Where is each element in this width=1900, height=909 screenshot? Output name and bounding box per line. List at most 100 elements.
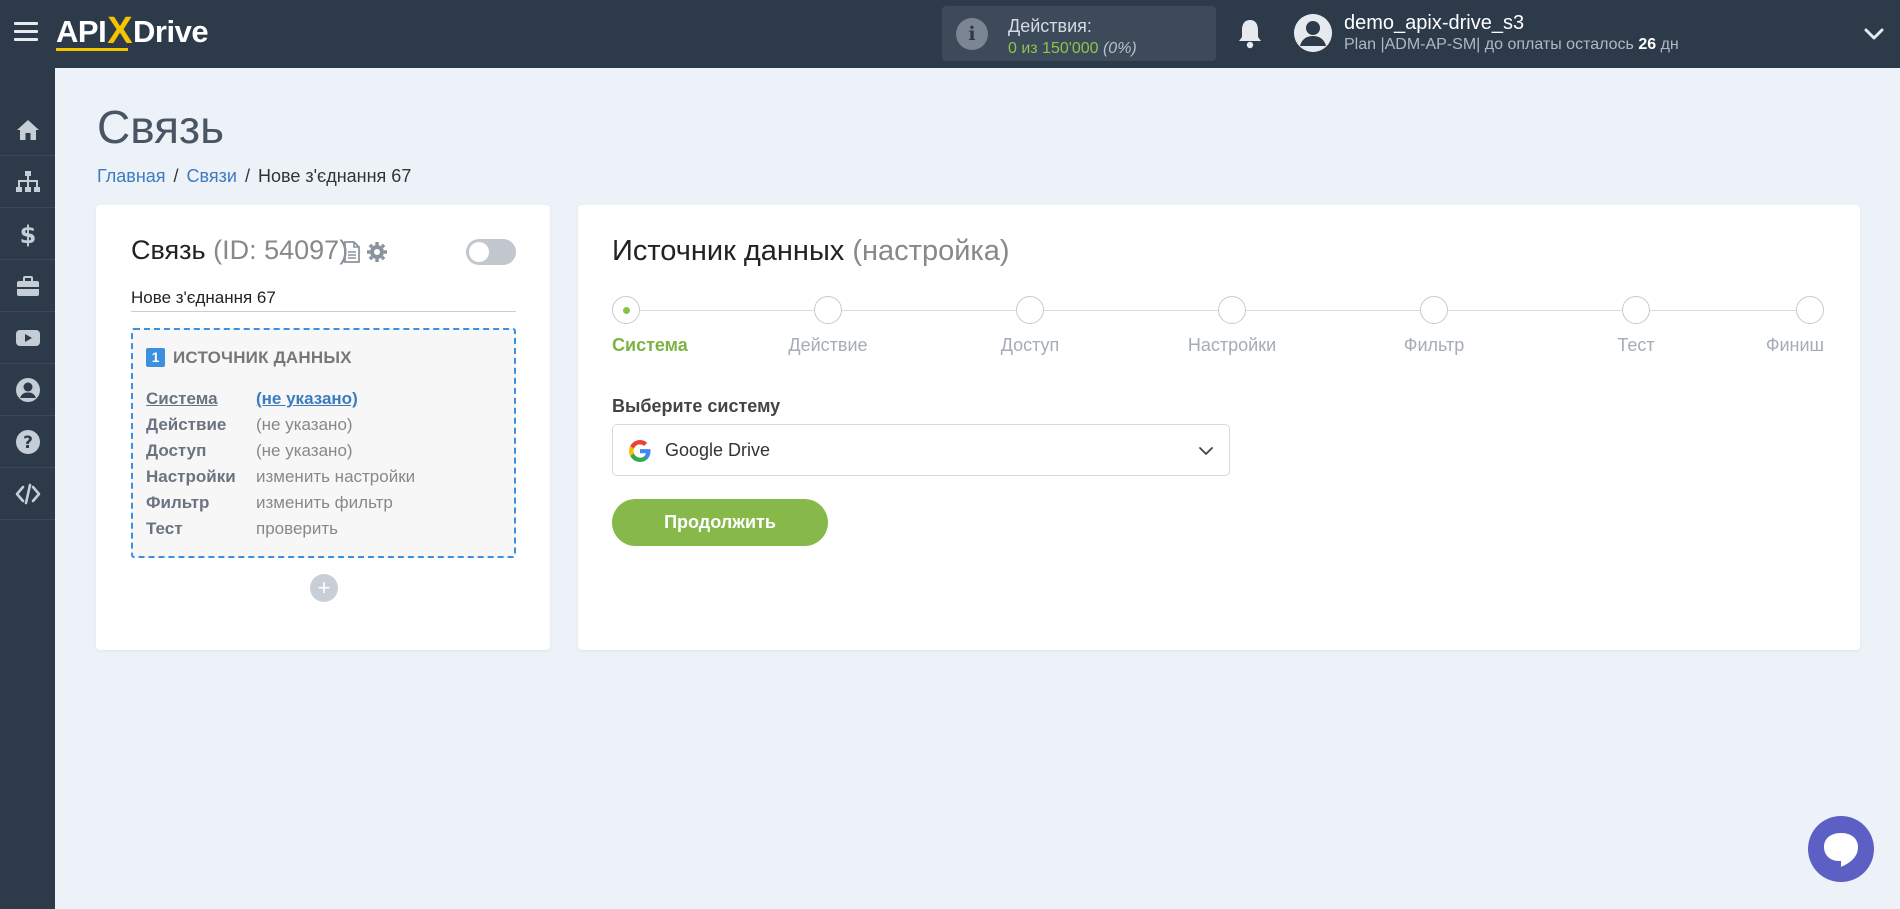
sidebar-item-services[interactable] <box>0 260 55 312</box>
home-icon <box>16 119 39 140</box>
system-select[interactable]: Google Drive <box>612 424 1230 476</box>
sidebar-item-billing[interactable]: $ <box>0 208 55 260</box>
step-label: Действие <box>788 335 868 355</box>
breadcrumb: Главная / Связи / Нове з'єднання 67 <box>97 166 411 187</box>
connection-toggle[interactable] <box>466 239 516 265</box>
source-row-key: Система <box>146 389 218 408</box>
step-label: Фильтр <box>1403 335 1465 355</box>
source-block-title: ИСТОЧНИК ДАННЫХ <box>173 348 352 367</box>
data-source-block[interactable]: 1 ИСТОЧНИК ДАННЫХ Система (не указано) Де… <box>131 328 516 558</box>
source-row-value[interactable]: (не указано) <box>256 389 358 408</box>
chevron-down-icon <box>1199 447 1213 455</box>
document-icon[interactable] <box>343 241 361 263</box>
plan-days: 26 <box>1638 36 1657 53</box>
source-row-settings[interactable]: Настройки изменить настройки <box>146 467 415 487</box>
apixdrive-logo[interactable]: API X Drive <box>56 10 209 54</box>
sidebar-item-video[interactable] <box>0 312 55 364</box>
sitemap-icon <box>15 170 40 192</box>
bell-icon[interactable] <box>1236 17 1264 49</box>
chevron-down-icon[interactable] <box>1862 22 1886 46</box>
source-row-value: изменить фильтр <box>256 493 393 512</box>
sidebar-item-home[interactable] <box>0 104 55 156</box>
menu-icon[interactable] <box>14 22 38 42</box>
actions-count-value: 0 из 150'000 <box>1008 40 1099 57</box>
add-block-button[interactable]: + <box>310 574 338 602</box>
sidebar-item-api[interactable] <box>0 468 55 520</box>
page-title: Связь <box>97 101 225 153</box>
source-row-test[interactable]: Тест проверить <box>146 519 338 539</box>
select-system-label: Выберите систему <box>612 396 781 416</box>
briefcase-icon <box>16 275 39 296</box>
actions-percent: (0%) <box>1102 40 1137 57</box>
info-icon: i <box>956 18 988 50</box>
source-row-value: (не указано) <box>256 415 353 434</box>
connection-title: Связь (ID: 54097) <box>131 235 348 266</box>
gear-icon[interactable] <box>366 241 388 263</box>
sidebar-item-help[interactable]: ? <box>0 416 55 468</box>
source-row-system[interactable]: Система (не указано) <box>146 389 358 409</box>
source-row-value: (не указано) <box>256 441 353 460</box>
question-icon: ? <box>15 429 40 454</box>
breadcrumb-home[interactable]: Главная <box>97 166 166 186</box>
source-row-key: Тест <box>146 519 183 538</box>
connection-name-input[interactable] <box>131 285 516 312</box>
breadcrumb-connections[interactable]: Связи <box>187 166 237 186</box>
step-dot[interactable] <box>1622 296 1650 324</box>
toggle-knob <box>469 242 489 262</box>
user-icon <box>15 377 40 402</box>
source-row-key: Действие <box>146 415 227 434</box>
step-dot[interactable] <box>1016 296 1044 324</box>
dollar-icon: $ <box>19 221 36 247</box>
actions-counter[interactable]: i Действия: 0 из 150'000 (0%) <box>942 6 1216 61</box>
sidebar-item-connections[interactable] <box>0 156 55 208</box>
sidebar: $ ? <box>0 68 55 909</box>
setup-heading-sub: (настройка) <box>852 235 1010 267</box>
video-icon <box>15 329 40 346</box>
step-dot[interactable] <box>1796 296 1824 324</box>
connection-card: Связь (ID: 54097) 1 ИСТОЧНИК ДАННЫХ Сист… <box>96 205 550 650</box>
source-row-filter[interactable]: Фильтр изменить фильтр <box>146 493 393 513</box>
step-dot[interactable] <box>814 296 842 324</box>
code-icon <box>15 483 40 504</box>
source-row-key: Доступ <box>146 441 207 460</box>
connection-title-text: Связь <box>131 235 206 265</box>
logo-underline <box>56 48 128 51</box>
top-bar: API X Drive i Действия: 0 из 150'000 (0%) … <box>0 0 1900 68</box>
sidebar-item-profile[interactable] <box>0 364 55 416</box>
step-dot[interactable] <box>612 296 640 324</box>
plan-text: Plan |ADM-AP-SM| до оплаты осталось <box>1344 36 1639 53</box>
source-row-access[interactable]: Доступ (не указано) <box>146 441 353 461</box>
chat-widget-button[interactable] <box>1808 816 1874 882</box>
logo-text-right: Drive <box>133 14 209 49</box>
step-dot[interactable] <box>1218 296 1246 324</box>
source-row-value: проверить <box>256 519 339 538</box>
breadcrumb-separator: / <box>244 166 250 186</box>
step-dot[interactable] <box>1420 296 1448 324</box>
user-name[interactable]: demo_apix-drive_s3 <box>1344 12 1524 35</box>
user-plan: Plan |ADM-AP-SM| до оплаты осталось 26 д… <box>1344 36 1679 54</box>
setup-heading-text: Источник данных <box>612 235 845 267</box>
continue-button[interactable]: Продолжить <box>612 499 828 546</box>
step-label: Тест <box>1617 335 1655 355</box>
source-row-key: Фильтр <box>146 493 210 512</box>
plan-days-unit: дн <box>1656 36 1679 53</box>
source-row-action[interactable]: Действие (не указано) <box>146 415 353 435</box>
breadcrumb-current: Нове з'єднання 67 <box>257 166 412 186</box>
avatar[interactable] <box>1294 14 1332 52</box>
svg-text:?: ? <box>23 433 33 453</box>
svg-text:$: $ <box>19 221 36 247</box>
setup-heading: Источник данных (настройка) <box>612 235 1010 268</box>
source-row-key: Настройки <box>146 467 236 486</box>
source-setup-card: Источник данных (настройка) Система Дейс… <box>578 205 1860 650</box>
actions-count: 0 из 150'000 (0%) <box>1008 40 1137 58</box>
selected-system-value: Google Drive <box>665 440 771 460</box>
progress-steps: Система Действие Доступ Настройки Фильтр… <box>612 295 1824 355</box>
connection-id: (ID: 54097) <box>213 235 349 265</box>
source-number-badge: 1 <box>146 348 165 367</box>
step-label: Система <box>612 335 688 355</box>
step-label: Настройки <box>1187 335 1277 355</box>
actions-title: Действия: <box>1008 16 1092 36</box>
user-avatar-icon <box>1294 14 1332 52</box>
step-label: Финиш <box>1765 335 1824 355</box>
google-icon <box>629 440 651 462</box>
